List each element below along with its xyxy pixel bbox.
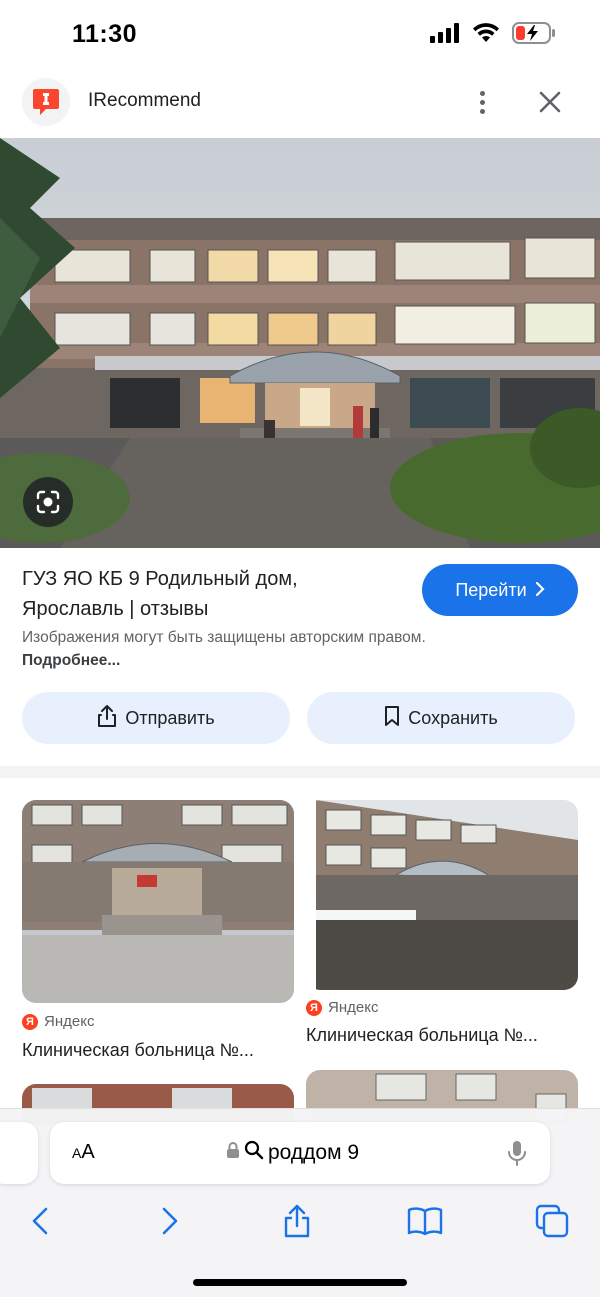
source-label: Я Яндекс xyxy=(306,999,378,1016)
aa-small-label: A xyxy=(72,1145,82,1161)
viewer-header: IRecommend xyxy=(0,70,600,138)
yandex-logo-icon: Я xyxy=(22,1013,38,1030)
address-bar[interactable]: AA роддом 9 xyxy=(50,1122,550,1184)
cellular-signal-icon xyxy=(430,23,460,48)
status-time: 11:30 xyxy=(72,20,138,48)
aa-big-label: A xyxy=(81,1141,95,1163)
share-icon[interactable] xyxy=(277,1201,317,1241)
google-lens-icon[interactable] xyxy=(23,477,73,527)
tabs-icon[interactable] xyxy=(532,1201,572,1241)
source-label: Я Яндекс xyxy=(22,1013,94,1030)
related-title[interactable]: Клиническая больница №... xyxy=(22,1040,254,1061)
url-display[interactable]: роддом 9 xyxy=(226,1140,359,1166)
source-name: Яндекс xyxy=(44,1013,95,1030)
reader-settings-button[interactable]: AA xyxy=(72,1141,95,1164)
back-icon[interactable] xyxy=(20,1201,60,1241)
related-title[interactable]: Клиническая больница №... xyxy=(306,1025,538,1046)
visit-button[interactable]: Перейти xyxy=(422,564,578,616)
lock-icon xyxy=(226,1141,240,1165)
chevron-right-icon xyxy=(535,580,545,601)
battery-charging-icon xyxy=(512,22,556,49)
irecommend-logo-icon xyxy=(33,89,59,115)
more-vert-icon[interactable] xyxy=(468,86,496,118)
status-bar: 11:30 xyxy=(0,0,600,70)
site-logo[interactable] xyxy=(22,78,70,126)
result-title[interactable]: ГУЗ ЯО КБ 9 Родильный дом, Ярославль | о… xyxy=(22,564,392,624)
yandex-logo-icon: Я xyxy=(306,999,322,1016)
previous-tab-address[interactable] xyxy=(0,1122,38,1184)
related-image[interactable] xyxy=(306,800,578,990)
save-label: Сохранить xyxy=(408,707,498,728)
close-icon[interactable] xyxy=(534,86,566,118)
copyright-notice: Изображения могут быть защищены авторски… xyxy=(22,626,442,672)
status-icons xyxy=(430,22,556,49)
hero-image[interactable] xyxy=(0,138,600,548)
related-image[interactable] xyxy=(22,800,294,1003)
bookmark-icon xyxy=(384,705,400,732)
wifi-icon xyxy=(472,23,500,48)
browser-nav-row xyxy=(0,1201,600,1241)
microphone-icon[interactable] xyxy=(508,1140,526,1171)
browser-toolbar: AA роддом 9 xyxy=(0,1108,600,1297)
visit-label: Перейти xyxy=(455,579,527,600)
learn-more-link[interactable]: Подробнее... xyxy=(22,652,120,669)
share-icon xyxy=(97,704,117,733)
site-name[interactable]: IRecommend xyxy=(88,90,201,112)
bookmarks-icon[interactable] xyxy=(405,1201,445,1241)
copyright-text: Изображения могут быть защищены авторски… xyxy=(22,629,426,646)
url-text: роддом 9 xyxy=(268,1141,360,1164)
forward-icon[interactable] xyxy=(150,1201,190,1241)
section-divider xyxy=(0,766,600,778)
share-button[interactable]: Отправить xyxy=(22,692,290,744)
search-icon xyxy=(244,1140,264,1166)
share-label: Отправить xyxy=(125,707,215,728)
save-button[interactable]: Сохранить xyxy=(307,692,575,744)
home-indicator[interactable] xyxy=(193,1279,407,1286)
source-name: Яндекс xyxy=(328,999,379,1016)
